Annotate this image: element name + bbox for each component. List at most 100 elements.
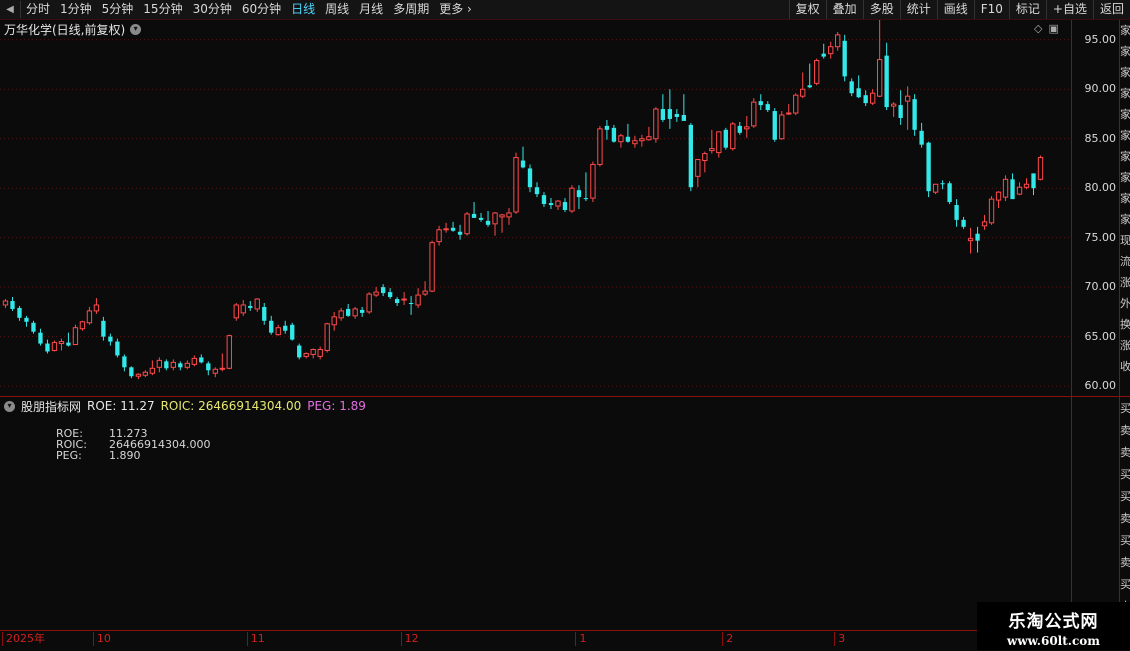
candle-body — [66, 342, 71, 346]
candle — [115, 338, 120, 358]
candle — [758, 94, 763, 111]
candle-body — [758, 101, 763, 106]
candle-body — [324, 323, 330, 351]
candle-body — [702, 153, 708, 162]
left-arrow-icon[interactable]: ◀ — [0, 1, 21, 18]
candle-body — [947, 183, 952, 203]
candle-body — [695, 159, 701, 177]
candle — [359, 306, 365, 317]
indicator-value-table: ROE: 11.273 ROIC: 26466914304.000 PEG: 1… — [56, 428, 210, 461]
candle — [58, 338, 65, 351]
candle-body — [170, 361, 177, 368]
candle-body — [793, 94, 799, 114]
candle-body — [10, 301, 15, 309]
candle — [380, 284, 386, 297]
candle — [66, 332, 71, 347]
toolbar-button[interactable]: F10 — [973, 0, 1009, 19]
period-tab[interactable]: 日线 — [286, 0, 320, 19]
candle-body — [310, 348, 316, 355]
candle-body — [212, 368, 218, 374]
candle — [995, 191, 1002, 208]
candle — [695, 159, 701, 188]
period-tab[interactable]: 多周期 — [388, 0, 434, 19]
toolbar-button[interactable]: 标记 — [1008, 0, 1046, 19]
candle — [674, 109, 680, 122]
candle — [2, 299, 9, 308]
chevron-down-icon[interactable]: ▾ — [4, 400, 15, 412]
toolbar-button[interactable]: +自选 — [1045, 0, 1093, 19]
candle-body — [555, 200, 561, 207]
period-tab[interactable]: 60分钟 — [237, 0, 286, 19]
candle — [51, 340, 58, 352]
right-info-strip: 家家家家家家家家家家现流涨外换涨收 买卖卖买买卖买卖买卖 — [1119, 20, 1130, 630]
candle — [660, 94, 666, 122]
toolbar-button[interactable]: 统计 — [899, 0, 937, 19]
candle-body — [178, 363, 183, 368]
toolbar-button[interactable]: 返回 — [1092, 0, 1130, 19]
candle-body — [401, 298, 407, 301]
candle-body — [122, 356, 127, 368]
toolbar-button[interactable]: 复权 — [788, 0, 826, 19]
candle — [135, 373, 142, 380]
candle-body — [1031, 173, 1036, 189]
candle-body — [1023, 183, 1030, 188]
indicator-name[interactable]: 股朋指标网 — [21, 398, 81, 415]
period-tab[interactable]: 更多 › — [434, 0, 477, 19]
period-tab[interactable]: 分时 — [21, 0, 55, 19]
candle-body — [58, 341, 65, 345]
period-tab[interactable]: 15分钟 — [138, 0, 187, 19]
candle — [604, 119, 610, 140]
toolbar-button[interactable]: 画线 — [936, 0, 974, 19]
date-axis: 2025年 10 11 12 1 2 3 — [0, 630, 1071, 651]
candle-body — [443, 228, 449, 231]
date-label: 10 — [92, 632, 111, 646]
candle-body — [184, 362, 190, 368]
candle — [93, 298, 100, 314]
candle — [310, 348, 316, 359]
period-tab[interactable]: 5分钟 — [97, 0, 139, 19]
candle-body — [688, 124, 694, 188]
candle — [807, 63, 812, 89]
candle — [590, 161, 596, 203]
price-tick-label: 85.00 — [1084, 131, 1117, 145]
candle — [233, 302, 239, 321]
candle-body — [890, 103, 897, 107]
candle — [988, 196, 995, 225]
candle-body — [786, 112, 792, 115]
date-label: 3 — [834, 632, 845, 646]
indicator-header: ▾ 股朋指标网 ROE: 11.27 ROIC: 26466914304.00 … — [4, 398, 366, 414]
toolbar-button[interactable]: 叠加 — [825, 0, 863, 19]
panel-divider[interactable] — [0, 396, 1130, 397]
candle-body — [352, 308, 358, 317]
candle — [191, 355, 197, 367]
period-tab[interactable]: 30分钟 — [188, 0, 237, 19]
candle-body — [807, 85, 812, 88]
candle-body — [981, 221, 988, 227]
candle-body — [24, 317, 29, 322]
indicator-roic: ROIC: 26466914304.00 — [160, 399, 302, 413]
candle-body — [583, 198, 589, 200]
candle — [72, 324, 79, 346]
candle — [499, 213, 505, 233]
candle — [751, 98, 757, 128]
candle-body — [206, 363, 211, 371]
period-tab[interactable]: 1分钟 — [55, 0, 97, 19]
candle — [890, 102, 897, 117]
candle-body — [562, 202, 568, 210]
price-tick-label: 90.00 — [1084, 82, 1117, 96]
candle-body — [142, 371, 149, 376]
candle-body — [275, 327, 281, 336]
candle — [338, 307, 344, 321]
period-tab[interactable]: 周线 — [320, 0, 354, 19]
candle-body — [975, 233, 980, 241]
candle-body — [912, 99, 917, 130]
period-tab[interactable]: 月线 — [354, 0, 388, 19]
candle — [835, 31, 841, 51]
candle — [611, 124, 617, 143]
candle-body — [961, 219, 966, 227]
candlestick-chart[interactable] — [0, 20, 1071, 396]
candle — [86, 306, 93, 325]
toolbar-button[interactable]: 多股 — [862, 0, 900, 19]
candle-body — [653, 108, 659, 140]
candle-body — [730, 123, 736, 150]
